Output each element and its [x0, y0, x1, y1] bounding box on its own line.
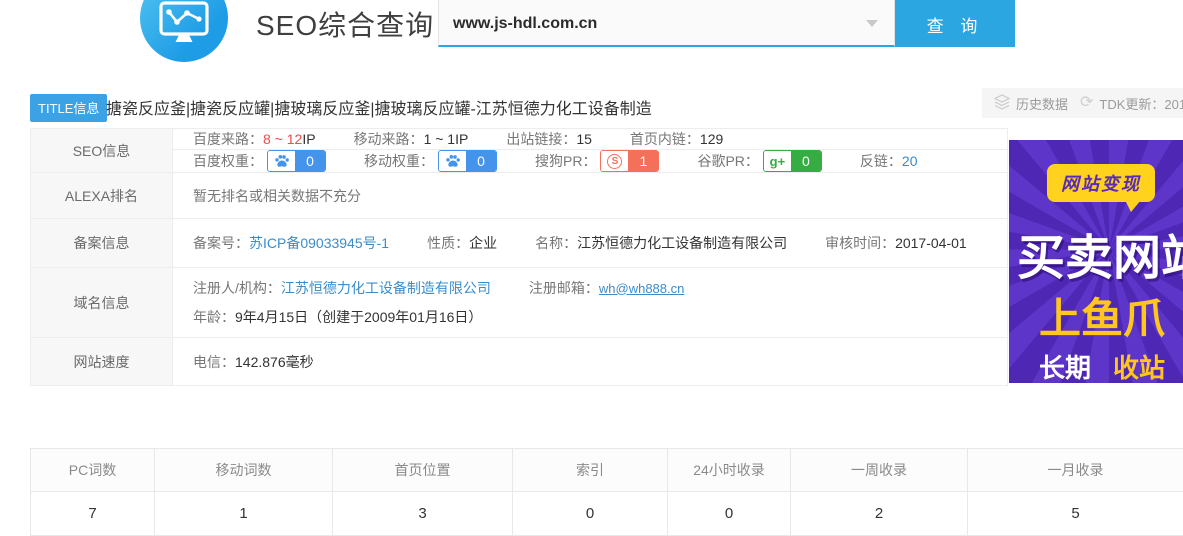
stats-value-pc-words: 7	[31, 492, 155, 536]
speed-row: 网站速度 电信：142.876毫秒	[31, 337, 1007, 385]
baidu-weight-badge[interactable]: 0	[267, 150, 326, 172]
stats-header-month: 一月收录	[968, 449, 1183, 492]
query-button[interactable]: 查 询	[895, 0, 1015, 47]
stats-value-mobile-words: 1	[155, 492, 333, 536]
speed-telecom-value: 142.876毫秒	[235, 352, 314, 372]
search-input[interactable]	[439, 0, 894, 45]
row-label-speed: 网站速度	[31, 338, 173, 385]
seo-weight-line: 百度权重： 0 移动权重： 0	[173, 149, 1007, 172]
stats-header-pc-words: PC词数	[31, 449, 155, 492]
mobile-traffic-unit: IP	[455, 131, 468, 147]
google-pr-badge[interactable]: g+ 0	[763, 150, 822, 172]
alexa-row: ALEXA排名 暂无排名或相关数据不充分	[31, 172, 1007, 218]
row-label-icp: 备案信息	[31, 219, 173, 267]
mobile-weight-value: 0	[466, 151, 496, 171]
mobile-traffic-value: 1 ~ 1	[424, 131, 456, 147]
domain-row: 域名信息 注册人/机构：江苏恒德力化工设备制造有限公司 注册邮箱：wh@wh88…	[31, 267, 1007, 337]
icp-name-label: 名称：	[535, 233, 577, 253]
search-box	[438, 0, 895, 47]
stats-header-week: 一周收录	[791, 449, 968, 492]
sogou-pr-label: 搜狗PR：	[535, 151, 596, 171]
baidu-paw-icon	[268, 151, 295, 171]
mobile-weight-badge[interactable]: 0	[438, 150, 497, 172]
icp-number-link[interactable]: 苏ICP备09033945号-1	[249, 233, 389, 253]
stats-header-home-position: 首页位置	[333, 449, 513, 492]
google-pr-value: 0	[791, 151, 821, 171]
dropdown-caret-icon[interactable]	[866, 20, 878, 27]
email-label: 注册邮箱：	[529, 278, 599, 298]
domain-age-label: 年龄：	[193, 307, 235, 327]
mobile-traffic-label: 移动来路：	[354, 129, 424, 149]
ad-bubble: 网站变现	[1047, 164, 1155, 202]
mobile-weight-label: 移动权重：	[364, 151, 434, 171]
layers-icon	[994, 94, 1010, 113]
icp-audit-label: 审核时间：	[825, 233, 895, 253]
ad-footline: 长期收站	[1039, 348, 1165, 383]
history-data-label: 历史数据	[1016, 94, 1068, 113]
refresh-icon: ⟳	[1080, 95, 1093, 111]
monitor-chart-icon	[159, 1, 209, 50]
site-title-text: 搪瓷反应釜|搪瓷反应罐|搪玻璃反应釜|搪玻璃反应罐-江苏恒德力化工设备制造	[106, 95, 652, 119]
google-plus-icon: g+	[770, 154, 786, 169]
stats-value-index: 0	[513, 492, 668, 536]
stats-header-mobile-words: 移动词数	[155, 449, 333, 492]
stats-header-index: 索引	[513, 449, 668, 492]
baidu-traffic-unit: IP	[302, 131, 315, 147]
registrant-label: 注册人/机构：	[193, 278, 281, 298]
icp-number-label: 备案号：	[193, 233, 249, 253]
icp-audit-value: 2017-04-01	[895, 235, 967, 251]
icp-row: 备案信息 备案号：苏ICP备09033945号-1 性质：企业 名称：江苏恒德力…	[31, 218, 1007, 267]
stats-header-24h: 24小时收录	[668, 449, 791, 492]
title-info-badge: TITLE信息	[30, 94, 107, 122]
site-logo	[140, 0, 228, 62]
icp-name-value: 江苏恒德力化工设备制造有限公司	[577, 233, 787, 253]
baidu-weight-value: 0	[295, 151, 325, 171]
row-label-alexa: ALEXA排名	[31, 173, 173, 218]
icp-nature-label: 性质：	[427, 233, 469, 253]
ad-subline: 上鱼爪	[1039, 285, 1165, 346]
tdk-update-button[interactable]: ⟳ TDK更新：2018	[1068, 88, 1183, 118]
backlinks-label: 反链：	[860, 151, 902, 171]
homepage-links-label: 首页内链：	[630, 129, 700, 149]
sogou-pr-value: 1	[628, 151, 658, 171]
homepage-links-value: 129	[700, 131, 723, 147]
mobile-paw-icon	[439, 151, 466, 171]
sogou-icon: S	[607, 154, 622, 169]
email-link[interactable]: wh@wh888.cn	[599, 281, 684, 296]
ad-footline-white: 长期	[1039, 353, 1091, 383]
baidu-weight-label: 百度权重：	[193, 151, 263, 171]
row-label-seo: SEO信息	[31, 129, 173, 172]
alexa-value: 暂无排名或相关数据不充分	[193, 186, 361, 206]
domain-age-value: 9年4月15日（创建于2009年01月16日）	[235, 307, 482, 327]
outbound-links-value: 15	[576, 131, 592, 147]
page-title: SEO综合查询	[256, 4, 434, 44]
domain-line-registrant: 注册人/机构：江苏恒德力化工设备制造有限公司 注册邮箱：wh@wh888.cn	[193, 278, 1007, 298]
icp-nature-value: 企业	[469, 233, 497, 253]
stats-value-week: 2	[791, 492, 968, 536]
baidu-traffic-value: 8 ~ 12	[263, 131, 302, 147]
ad-banner[interactable]: 网站变现 买卖网站 上鱼爪 长期收站	[1009, 140, 1183, 383]
sogou-pr-badge[interactable]: S 1	[600, 150, 659, 172]
outbound-links-label: 出站链接：	[506, 129, 576, 149]
registrant-link[interactable]: 江苏恒德力化工设备制造有限公司	[281, 278, 491, 298]
seo-row: SEO信息 百度来路：8 ~ 12 IP 移动来路：1 ~ 1 IP 出站链接：…	[31, 129, 1007, 172]
stats-table: PC词数 移动词数 首页位置 索引 24小时收录 一周收录 一月收录 7 1 3…	[30, 448, 1183, 536]
stats-value-home-position: 3	[333, 492, 513, 536]
backlinks-link[interactable]: 20	[902, 153, 918, 169]
stats-value-24h: 0	[668, 492, 791, 536]
history-data-button[interactable]: 历史数据	[982, 88, 1080, 118]
stats-value-month: 5	[968, 492, 1183, 536]
baidu-traffic-label: 百度来路：	[193, 129, 263, 149]
domain-line-age: 年龄：9年4月15日（创建于2009年01月16日）	[193, 307, 1007, 327]
speed-telecom-label: 电信：	[193, 352, 235, 372]
tdk-update-label: TDK更新：2018	[1099, 94, 1183, 113]
seo-traffic-line: 百度来路：8 ~ 12 IP 移动来路：1 ~ 1 IP 出站链接：15 首页内…	[173, 129, 1007, 149]
google-pr-label: 谷歌PR：	[697, 151, 758, 171]
seo-info-table: SEO信息 百度来路：8 ~ 12 IP 移动来路：1 ~ 1 IP 出站链接：…	[30, 128, 1008, 386]
ad-footline-yellow: 收站	[1113, 353, 1165, 383]
row-label-domain: 域名信息	[31, 268, 173, 337]
ad-headline: 买卖网站	[1017, 218, 1183, 288]
